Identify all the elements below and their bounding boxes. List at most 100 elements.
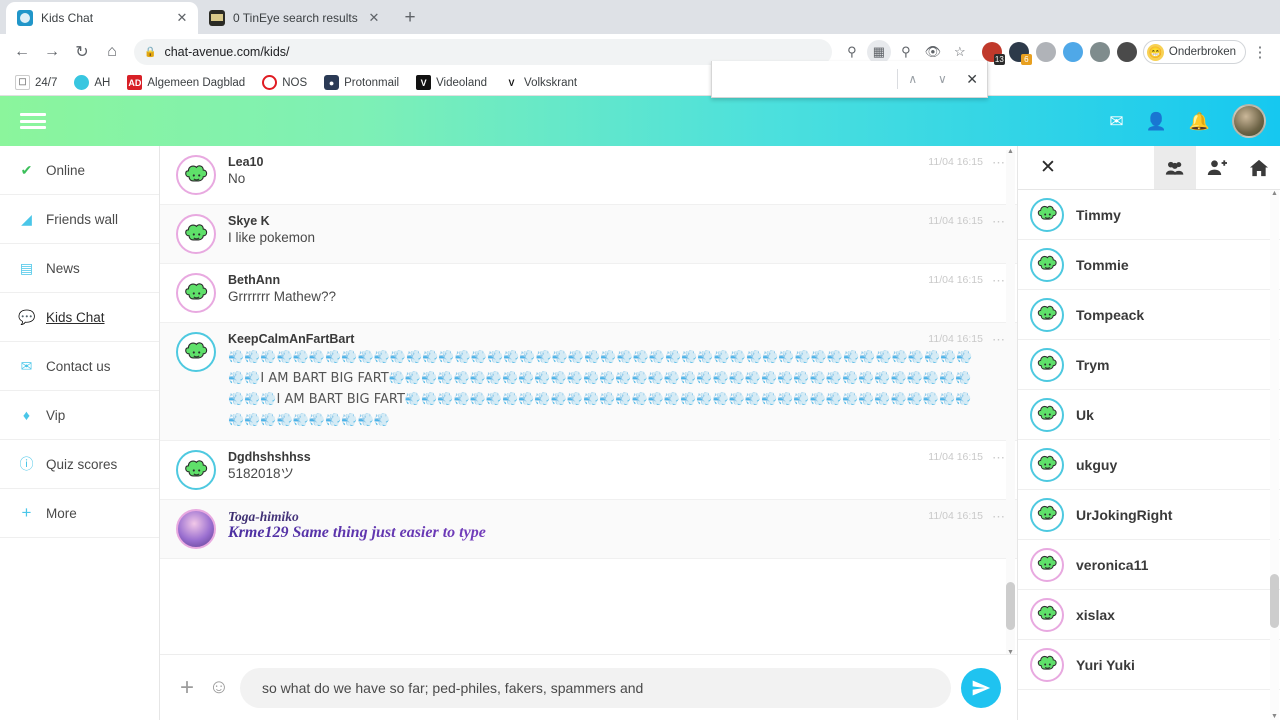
profile-button[interactable]: 😁 Onderbroken	[1142, 40, 1246, 64]
sidebar-item-vip[interactable]: ♦ Vip	[0, 391, 159, 440]
message-author[interactable]: BethAnn	[228, 273, 987, 288]
message-options-icon[interactable]: ⋯	[992, 214, 1005, 230]
chat-extension-icon[interactable]	[1035, 42, 1056, 62]
close-tab-icon[interactable]: ✕	[366, 10, 382, 26]
sidebar-item-quiz-scores[interactable]: ⓘ Quiz scores	[0, 440, 159, 489]
users-tab[interactable]	[1154, 146, 1196, 189]
puzzle-extension-icon[interactable]	[1116, 42, 1137, 62]
message-options-icon[interactable]: ⋯	[992, 450, 1005, 466]
scroll-down-icon[interactable]: ▼	[1271, 713, 1278, 720]
close-panel-icon[interactable]: ✕	[1018, 146, 1078, 189]
find-previous-icon[interactable]: ∧	[898, 61, 928, 97]
tab-tineye[interactable]: 0 TinEye search results ✕	[198, 2, 390, 34]
sidebar-item-contact-us[interactable]: ✉ Contact us	[0, 342, 159, 391]
message-author[interactable]: Dgdhshshhss	[228, 450, 987, 465]
avatar	[1030, 247, 1064, 282]
send-button[interactable]	[961, 667, 1001, 708]
list-item[interactable]: Tommie	[1018, 240, 1280, 290]
message-author[interactable]: Skye K	[228, 214, 987, 229]
list-item[interactable]: Trym	[1018, 340, 1280, 390]
scrollbar-thumb[interactable]	[1006, 582, 1015, 630]
scroll-up-icon[interactable]: ▲	[1007, 148, 1014, 155]
avatar	[1030, 297, 1064, 332]
user-panel: ✕ Timmy Tommie Tompeack Trym Uk ukguy Ur…	[1018, 146, 1280, 720]
hamburger-icon[interactable]	[20, 111, 46, 131]
message-options-icon[interactable]: ⋯	[992, 273, 1005, 289]
avatar[interactable]	[176, 332, 216, 372]
scroll-down-icon[interactable]: ▼	[1007, 649, 1014, 656]
bookmark-algemeen-dagblad[interactable]: AD Algemeen Dagblad	[120, 73, 252, 92]
avatar	[1030, 397, 1064, 432]
avatar[interactable]	[176, 509, 216, 549]
home-tab[interactable]	[1238, 146, 1280, 189]
adblock-extension-icon[interactable]: 13	[981, 42, 1005, 65]
avatar[interactable]	[176, 214, 216, 254]
bookmark-volkskrant[interactable]: V Volkskrant	[497, 73, 584, 92]
avatar[interactable]	[176, 450, 216, 490]
user-list-scrollbar[interactable]: ▲ ▼	[1270, 190, 1279, 720]
bookmark-videoland[interactable]: V Videoland	[409, 73, 494, 92]
add-user-tab[interactable]	[1196, 146, 1238, 189]
list-item[interactable]: Timmy	[1018, 190, 1280, 240]
sidebar-item-friends-wall[interactable]: ◢ Friends wall	[0, 195, 159, 244]
bookmark-nos[interactable]: NOS	[255, 73, 314, 92]
tab-strip: Kids Chat ✕ 0 TinEye search results ✕ +	[0, 0, 1280, 34]
new-tab-button[interactable]: +	[396, 4, 424, 32]
close-tab-icon[interactable]: ✕	[174, 10, 190, 26]
chat-scrollbar[interactable]: ▲ ▼	[1006, 148, 1015, 656]
browser-chrome: Kids Chat ✕ 0 TinEye search results ✕ + …	[0, 0, 1280, 96]
list-item[interactable]: UrJokingRight	[1018, 490, 1280, 540]
reload-icon[interactable]: ↻	[68, 38, 96, 66]
person-icon[interactable]: 👤	[1146, 113, 1167, 130]
list-item[interactable]: xislax	[1018, 590, 1280, 640]
sidebar-item-news[interactable]: ▤ News	[0, 244, 159, 293]
user-name: Uk	[1076, 406, 1094, 423]
scrollbar-track[interactable]	[1006, 150, 1015, 654]
scrollbar-thumb[interactable]	[1270, 574, 1279, 628]
find-input[interactable]	[712, 61, 897, 97]
avatar[interactable]	[176, 273, 216, 313]
message-input[interactable]	[240, 667, 951, 708]
avatar	[1030, 647, 1064, 682]
back-icon[interactable]: ←	[8, 38, 36, 66]
list-item[interactable]: ukguy	[1018, 440, 1280, 490]
bookmark-247[interactable]: ☐ 24/7	[8, 73, 64, 92]
message-options-icon[interactable]: ⋯	[992, 155, 1005, 171]
find-next-icon[interactable]: ∨	[928, 61, 958, 97]
tab-kids-chat[interactable]: Kids Chat ✕	[6, 2, 198, 34]
message-row: BethAnn Grrrrrrr Mathew?? 11/04 16:15 ⋯	[160, 264, 1017, 323]
list-item[interactable]: Tompeack	[1018, 290, 1280, 340]
attach-plus-icon[interactable]: +	[176, 674, 198, 702]
bookmark-ah[interactable]: AH	[67, 73, 117, 92]
find-close-icon[interactable]: ✕	[957, 61, 987, 97]
list-item[interactable]: Yuri Yuki	[1018, 640, 1280, 690]
list-item[interactable]: Uk	[1018, 390, 1280, 440]
message-text: I like pokemon	[228, 230, 316, 245]
globe-extension-icon[interactable]	[1089, 42, 1110, 62]
cloud-extension-icon[interactable]	[1062, 42, 1083, 62]
message-options-icon[interactable]: ⋯	[992, 332, 1005, 348]
list-item[interactable]: veronica11	[1018, 540, 1280, 590]
mail-icon[interactable]: ✉	[1109, 113, 1123, 130]
bookmark-protonmail[interactable]: ● Protonmail	[317, 73, 406, 92]
extension-badge: 13	[993, 54, 1005, 65]
message-author[interactable]: Lea10	[228, 155, 987, 170]
forward-icon[interactable]: →	[38, 38, 66, 66]
sidebar-item-online[interactable]: ✔ Online	[0, 146, 159, 195]
bell-icon[interactable]: 🔔	[1189, 113, 1210, 130]
user-name: Tommie	[1076, 256, 1129, 273]
sidebar-item-kids-chat[interactable]: 💬 Kids Chat	[0, 293, 159, 342]
avatar[interactable]	[176, 155, 216, 195]
emoji-icon[interactable]: ☺	[208, 676, 230, 699]
browser-menu-icon[interactable]: ⋮	[1248, 40, 1272, 64]
home-icon[interactable]: ⌂	[98, 38, 126, 66]
message-author[interactable]: Toga-himiko	[228, 509, 987, 524]
message-author[interactable]: KeepCalmAnFartBart	[228, 332, 987, 347]
chat-bubble-icon: 💬	[18, 308, 36, 325]
scroll-up-icon[interactable]: ▲	[1271, 190, 1278, 197]
message-options-icon[interactable]: ⋯	[992, 509, 1005, 525]
user-panel-tabs: ✕	[1018, 146, 1280, 190]
pen-extension-icon[interactable]: 6	[1008, 42, 1032, 65]
sidebar-item-more[interactable]: + More	[0, 489, 159, 538]
user-photo-avatar[interactable]	[1232, 104, 1266, 138]
